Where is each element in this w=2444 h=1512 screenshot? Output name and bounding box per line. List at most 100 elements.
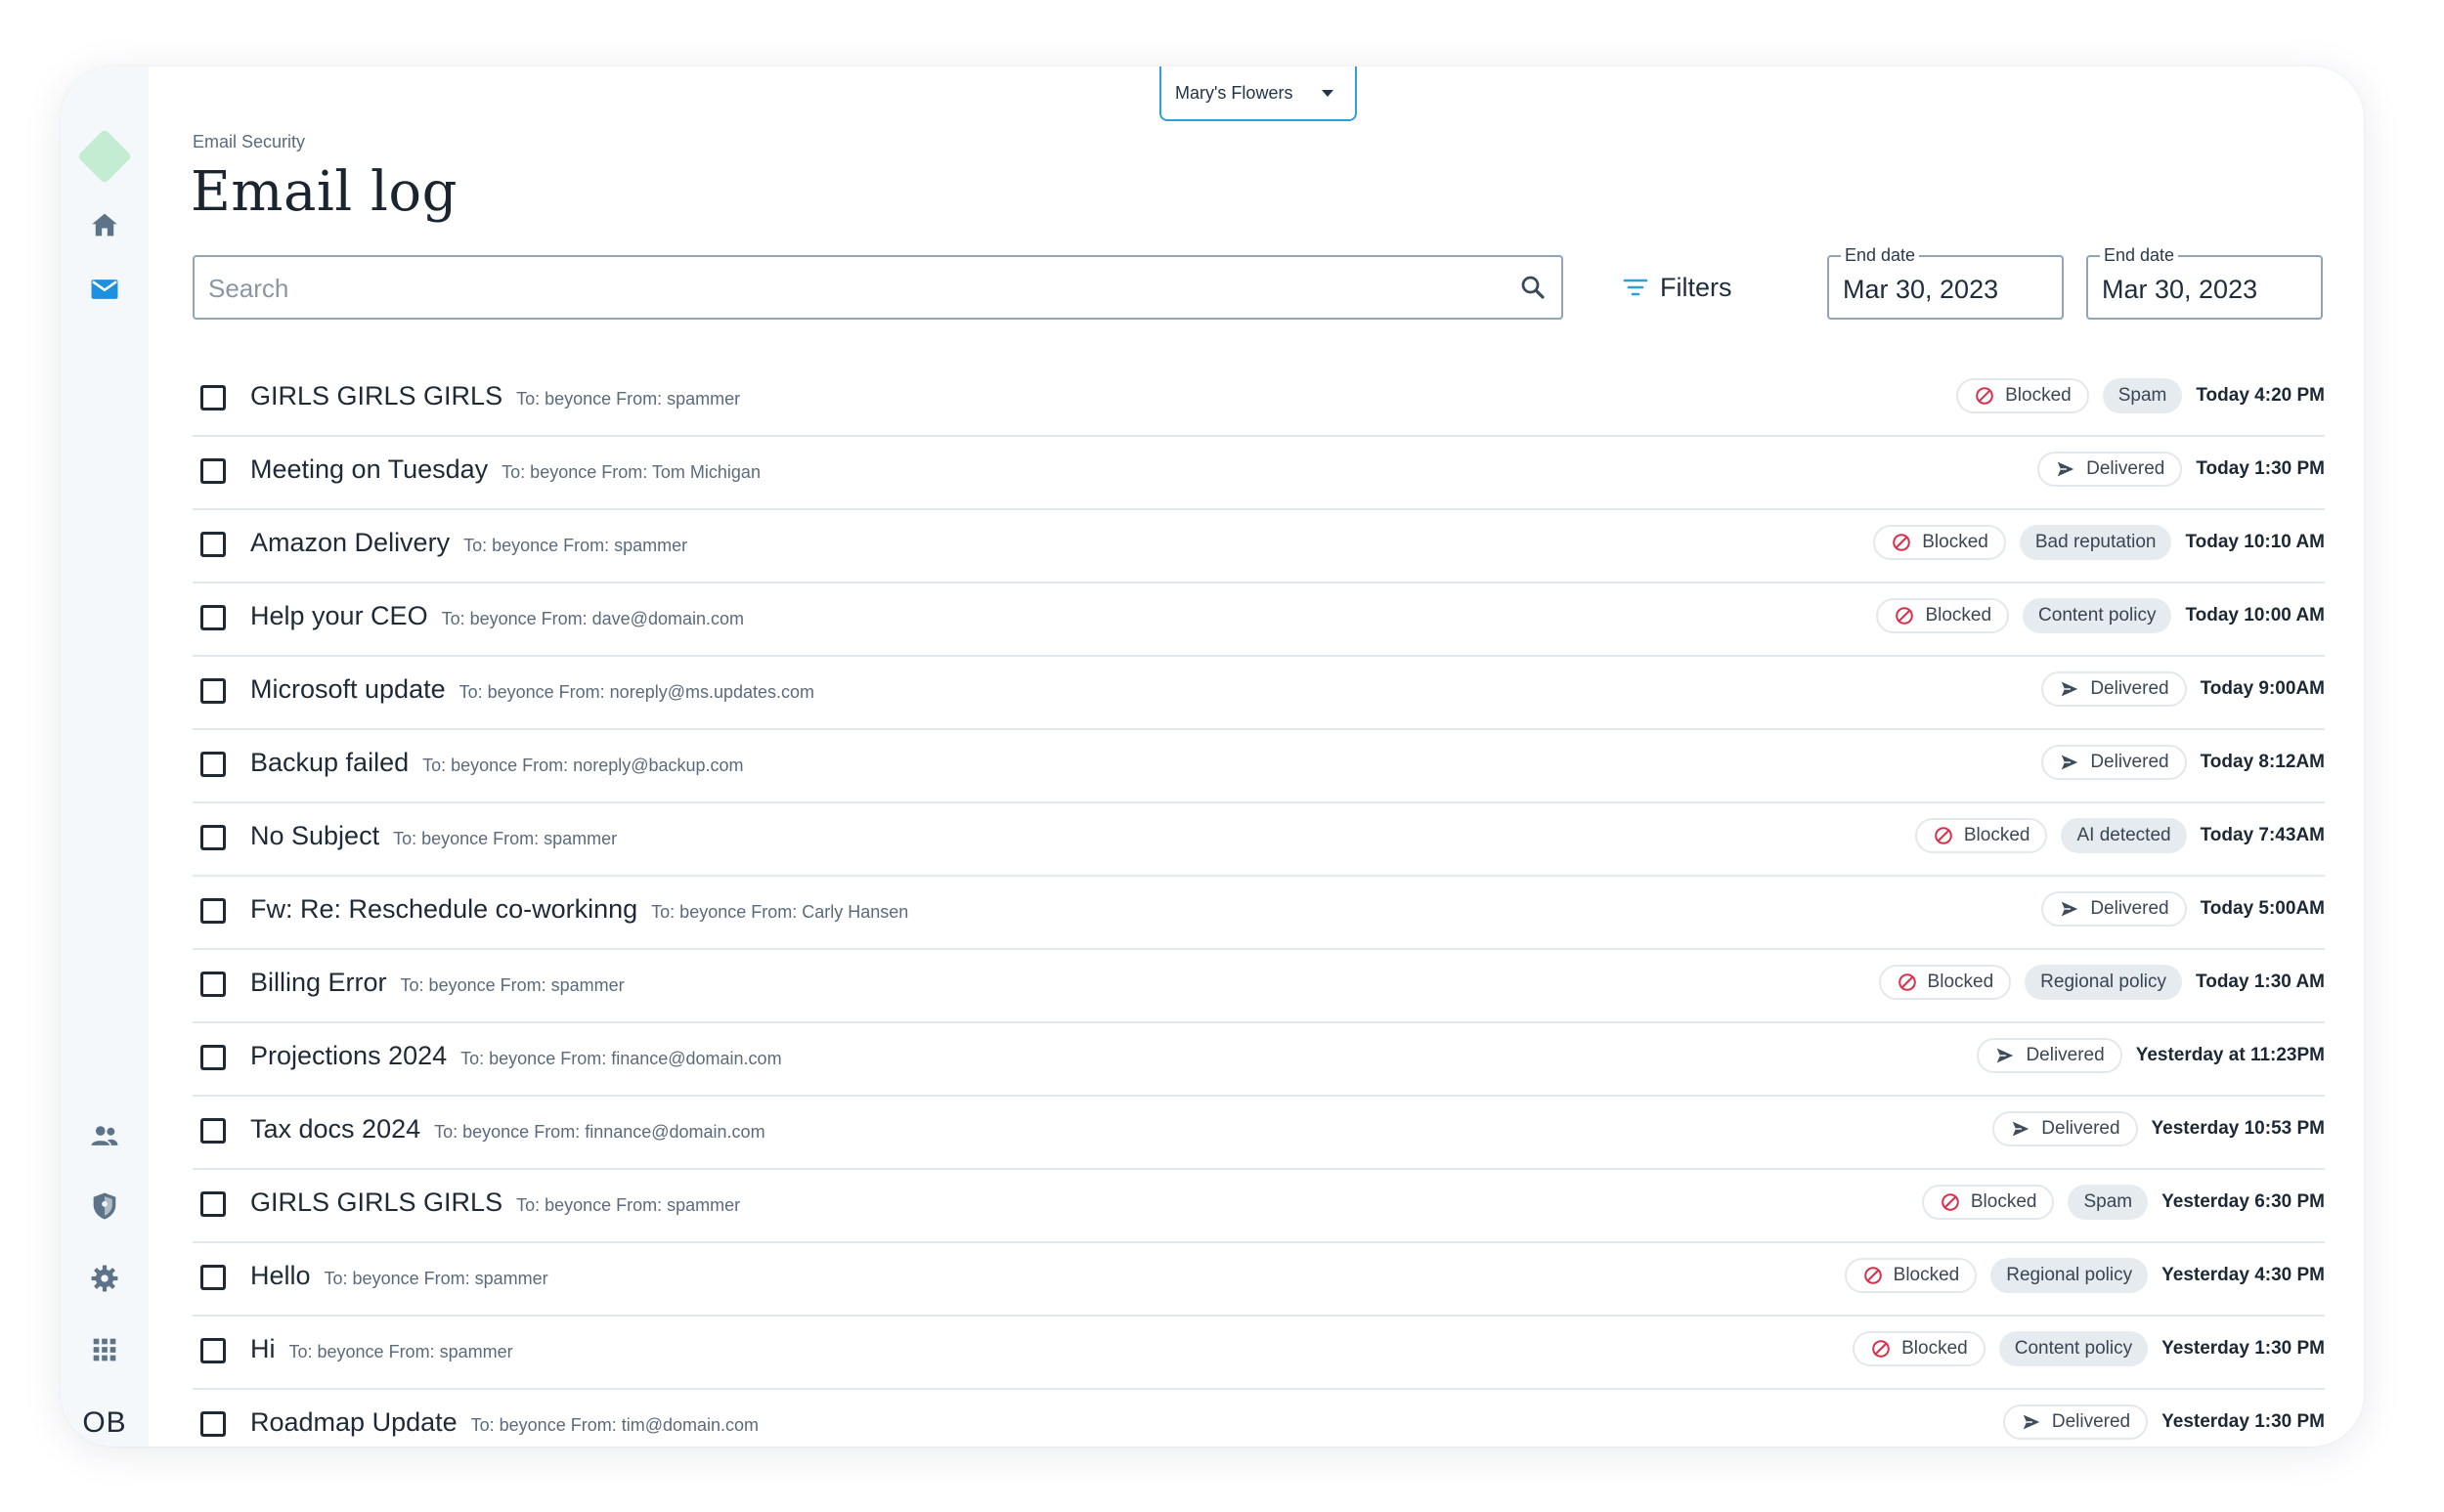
row-checkbox[interactable] [200,752,226,777]
shield-icon[interactable] [87,1188,122,1224]
reason-chip[interactable]: Spam [2068,1185,2149,1220]
email-subject[interactable]: Microsoft update [250,674,446,705]
email-row[interactable]: Fw: Re: Reschedule co-workinng To: beyonc… [193,877,2325,950]
reason-label: Content policy [2038,605,2157,626]
email-subject[interactable]: GIRLS GIRLS GIRLS [250,381,502,411]
status-chip[interactable]: Delivered [1992,1111,2138,1146]
row-checkbox[interactable] [200,1265,226,1290]
reason-chip[interactable]: Content policy [2023,598,2172,633]
email-subject[interactable]: Amazon Delivery [250,528,450,558]
row-checkbox[interactable] [200,458,226,484]
row-checkbox[interactable] [200,825,226,850]
search-box[interactable] [193,255,1563,320]
gear-icon[interactable] [87,1261,122,1296]
reason-chip[interactable]: Content policy [1998,1331,2149,1366]
row-checkbox[interactable] [200,1338,226,1363]
email-row[interactable]: Billing Error To: beyonce From: spammer Bl… [193,950,2325,1023]
status-chip[interactable]: Delivered [1977,1038,2122,1073]
email-row[interactable]: GIRLS GIRLS GIRLS To: beyonce From: spamm… [193,1170,2325,1243]
breadcrumb[interactable]: Email Security [193,132,305,152]
email-time: Today 8:12AM [2200,752,2325,772]
status-chip[interactable]: Blocked [1876,598,2010,633]
org-selector[interactable]: Mary's Flowers [1159,66,1357,121]
end-date-field[interactable]: End date Mar 30, 2023 [2086,245,2323,320]
email-row[interactable]: Hi To: beyonce From: spammer Blocked Conten… [193,1317,2325,1390]
email-subject[interactable]: Meeting on Tuesday [250,454,488,485]
users-icon[interactable] [87,1118,122,1153]
filters-button[interactable]: Filters [1623,270,1732,305]
start-date-value: Mar 30, 2023 [1843,275,1999,304]
status-chip[interactable]: Blocked [1921,1185,2055,1220]
row-checkbox[interactable] [200,1045,226,1070]
status-chip[interactable]: Delivered [2041,891,2187,927]
filters-label: Filters [1660,272,1732,302]
email-subject[interactable]: Hello [250,1261,311,1291]
email-subject[interactable]: Roadmap Update [250,1407,458,1438]
status-chip[interactable]: Blocked [1914,818,2048,853]
reason-chip[interactable]: Regional policy [1990,1258,2149,1293]
blocked-icon [1894,605,1915,626]
row-checkbox[interactable] [200,1118,226,1144]
start-date-field[interactable]: End date Mar 30, 2023 [1827,245,2064,320]
status-chip[interactable]: Delivered [2037,452,2183,487]
row-checkbox[interactable] [200,605,226,630]
status-chip[interactable]: Blocked [1844,1258,1978,1293]
email-row[interactable]: Projections 2024 To: beyonce From: financ… [193,1023,2325,1097]
email-subject[interactable]: Billing Error [250,968,387,998]
reason-chip[interactable]: Regional policy [2025,965,2183,1000]
email-subject[interactable]: Tax docs 2024 [250,1114,420,1145]
email-subject[interactable]: Backup failed [250,748,409,778]
row-checkbox[interactable] [200,532,226,557]
email-time: Today 1:30 AM [2196,972,2325,992]
send-icon [2010,1118,2031,1140]
email-subject[interactable]: No Subject [250,821,379,851]
row-checkbox[interactable] [200,1411,226,1437]
status-label: Blocked [1970,1191,2037,1212]
email-meta: To: beyonce From: Carly Hansen [651,902,909,922]
email-subject[interactable]: GIRLS GIRLS GIRLS [250,1188,502,1218]
reason-chip[interactable]: Spam [2102,378,2183,413]
email-subject[interactable]: Projections 2024 [250,1041,447,1071]
email-row[interactable]: Tax docs 2024 To: beyonce From: finnance@… [193,1097,2325,1170]
send-icon [2059,678,2080,700]
email-subject[interactable]: Help your CEO [250,601,428,631]
home-icon[interactable] [87,207,122,242]
mail-icon[interactable] [87,272,122,307]
status-chip[interactable]: Delivered [2041,671,2187,707]
status-label: Blocked [1901,1338,1968,1359]
email-subject[interactable]: Fw: Re: Reschedule co-workinng [250,894,637,925]
email-row[interactable]: Help your CEO To: beyonce From: dave@doma… [193,583,2325,657]
email-row[interactable]: Backup failed To: beyonce From: noreply@b… [193,730,2325,803]
email-row[interactable]: Microsoft update To: beyonce From: norepl… [193,657,2325,730]
status-chip[interactable]: Blocked [1853,1331,1986,1366]
email-row[interactable]: No Subject To: beyonce From: spammer Block… [193,803,2325,877]
email-row[interactable]: GIRLS GIRLS GIRLS To: beyonce From: spamm… [193,364,2325,437]
row-checkbox[interactable] [200,678,226,704]
row-checkbox[interactable] [200,1191,226,1217]
logo[interactable] [76,128,133,185]
reason-chip[interactable]: AI detected [2061,818,2187,853]
status-label: Delivered [2041,1118,2120,1139]
email-meta: To: beyonce From: spammer [463,536,688,555]
row-checkbox[interactable] [200,972,226,997]
row-checkbox[interactable] [200,385,226,410]
email-time: Yesterday 1:30 PM [2161,1411,2325,1432]
blocked-icon [1940,1191,1961,1213]
status-chip[interactable]: Delivered [2002,1404,2149,1440]
row-checkbox[interactable] [200,898,226,924]
email-row[interactable]: Meeting on Tuesday To: beyonce From: Tom … [193,437,2325,510]
email-row[interactable]: Amazon Delivery To: beyonce From: spammer… [193,510,2325,583]
status-chip[interactable]: Blocked [1873,525,2006,560]
email-row[interactable]: Roadmap Update To: beyonce From: tim@doma… [193,1390,2325,1447]
status-chip[interactable]: Delivered [2041,745,2187,780]
avatar[interactable]: OB [75,1402,134,1445]
search-input[interactable] [195,257,1501,320]
reason-chip[interactable]: Bad reputation [2019,525,2172,560]
status-chip[interactable]: Blocked [1878,965,2012,1000]
status-label: Delivered [2090,752,2169,772]
search-icon[interactable] [1518,273,1548,302]
email-row[interactable]: Hello To: beyonce From: spammer Blocked Reg… [193,1243,2325,1317]
email-subject[interactable]: Hi [250,1334,276,1364]
apps-grid-icon[interactable] [87,1332,122,1367]
status-chip[interactable]: Blocked [1956,378,2089,413]
